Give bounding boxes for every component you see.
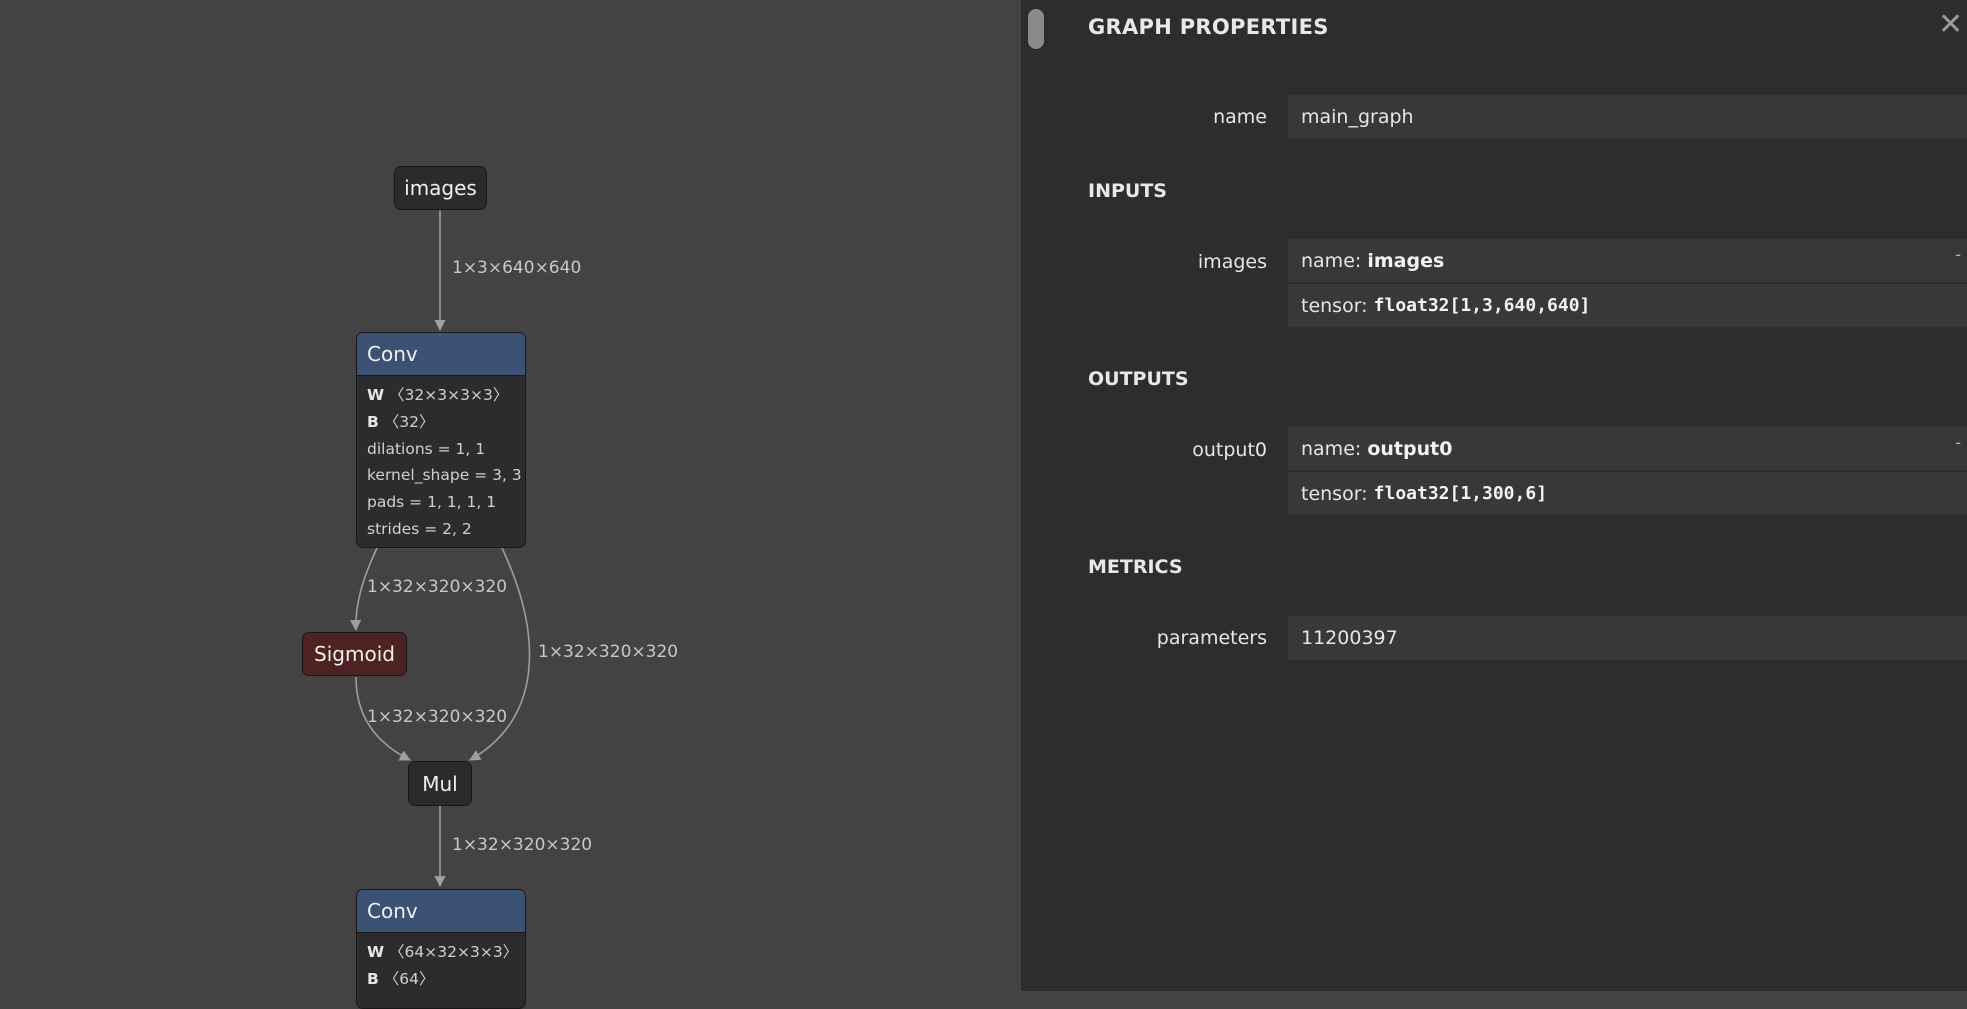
edge-label-sigmoid-mul: 1×32×320×320 <box>367 707 508 727</box>
input-tensor-type: float32[1,3,640,640] <box>1373 295 1591 316</box>
output-output0-box: name: output0 - tensor: float32[1,300,6] <box>1288 427 1967 515</box>
output-label: output0 <box>1192 439 1267 461</box>
node-mul-label: Mul <box>422 771 458 796</box>
output-expander-button[interactable]: - <box>1955 433 1961 452</box>
node-sigmoid[interactable]: Sigmoid <box>302 632 407 676</box>
conv1-attr-value: strides = 2, 2 <box>367 519 472 538</box>
node-conv-1-title: Conv <box>357 333 525 376</box>
output-name: output0 <box>1367 437 1453 460</box>
node-conv-1[interactable]: Conv W 〈32×3×3×3〉 B 〈32〉 dilations = 1, 1k… <box>356 332 526 548</box>
conv1-attr-value: pads = 1, 1, 1, 1 <box>367 493 497 512</box>
input-tensor-row: tensor: float32[1,3,640,640] <box>1288 284 1967 327</box>
input-images-box: name: images - tensor: float32[1,3,640,6… <box>1288 239 1967 327</box>
input-name-prefix: name: <box>1301 249 1362 272</box>
input-name-row: name: images - <box>1288 239 1967 282</box>
node-conv-2-attributes: W 〈64×32×3×3〉 B 〈64〉 <box>357 933 525 999</box>
conv1-attr: strides = 2, 2 <box>367 516 515 543</box>
edge-label-conv-mul: 1×32×320×320 <box>538 642 679 662</box>
conv1-attr-key: W <box>367 386 385 404</box>
close-icon[interactable]: ✕ <box>1938 10 1967 40</box>
conv1-attr-value: kernel_shape = 3, 3 <box>367 466 522 485</box>
conv2-attr: B 〈64〉 <box>367 966 515 993</box>
conv2-attr-key: B <box>367 969 379 988</box>
output-tensor-prefix: tensor: <box>1301 482 1368 505</box>
input-name: images <box>1367 249 1445 272</box>
conv1-attr: B 〈32〉 <box>367 409 515 436</box>
node-conv-1-attributes: W 〈32×3×3×3〉 B 〈32〉 dilations = 1, 1 kernel… <box>357 376 525 547</box>
edge-label-conv-sigmoid: 1×32×320×320 <box>367 577 508 597</box>
conv1-attr-key: B <box>367 412 379 431</box>
node-images-label: images <box>404 176 477 200</box>
conv1-attr: pads = 1, 1, 1, 1 <box>367 489 515 516</box>
conv1-attr: W 〈32×3×3×3〉 <box>367 382 515 409</box>
node-conv-2[interactable]: Conv W 〈64×32×3×3〉 B 〈64〉 <box>356 889 526 1009</box>
node-images[interactable]: images <box>394 166 487 210</box>
conv1-attr-value: 〈32〉 <box>383 412 435 431</box>
edge-label-images-conv: 1×3×640×640 <box>452 258 582 278</box>
conv2-attr-value: 〈64×32×3×3〉 <box>389 943 519 961</box>
panel-title: GRAPH PROPERTIES <box>1088 15 1329 39</box>
conv1-attr: dilations = 1, 1 <box>367 436 515 463</box>
conv1-attr-value: dilations = 1, 1 <box>367 439 486 458</box>
parameters-value: 11200397 <box>1288 616 1967 660</box>
output-name-prefix: name: <box>1301 437 1362 460</box>
node-sigmoid-label: Sigmoid <box>314 642 395 666</box>
metrics-section-title: METRICS <box>1088 556 1183 578</box>
node-conv-2-title: Conv <box>357 890 525 933</box>
graph-canvas[interactable]: 1×3×640×640 1×32×320×320 1×32×320×320 1×… <box>0 0 1021 1009</box>
scrollbar-thumb[interactable] <box>1028 9 1044 49</box>
output-name-row: name: output0 - <box>1288 427 1967 470</box>
conv2-attr: W 〈64×32×3×3〉 <box>367 939 519 966</box>
graph-properties-panel: GRAPH PROPERTIES ✕ name main_graph INPUT… <box>1021 0 1967 991</box>
conv2-attr-value: 〈64〉 <box>383 969 435 988</box>
name-value: main_graph <box>1288 95 1967 139</box>
inputs-section-title: INPUTS <box>1088 180 1167 202</box>
output-tensor-row: tensor: float32[1,300,6] <box>1288 472 1967 515</box>
name-label: name <box>1213 106 1267 128</box>
outputs-section-title: OUTPUTS <box>1088 368 1189 390</box>
output-tensor-type: float32[1,300,6] <box>1373 483 1548 504</box>
conv2-attr-key: W <box>367 943 385 961</box>
parameters-label: parameters <box>1156 627 1267 649</box>
input-expander-button[interactable]: - <box>1955 245 1961 264</box>
input-label: images <box>1197 251 1267 273</box>
edge-label-mul-conv: 1×32×320×320 <box>452 835 593 855</box>
conv1-attr: kernel_shape = 3, 3 <box>367 462 522 489</box>
conv1-attr-value: 〈32×3×3×3〉 <box>389 386 509 404</box>
node-mul[interactable]: Mul <box>408 761 472 806</box>
input-tensor-prefix: tensor: <box>1301 294 1368 317</box>
